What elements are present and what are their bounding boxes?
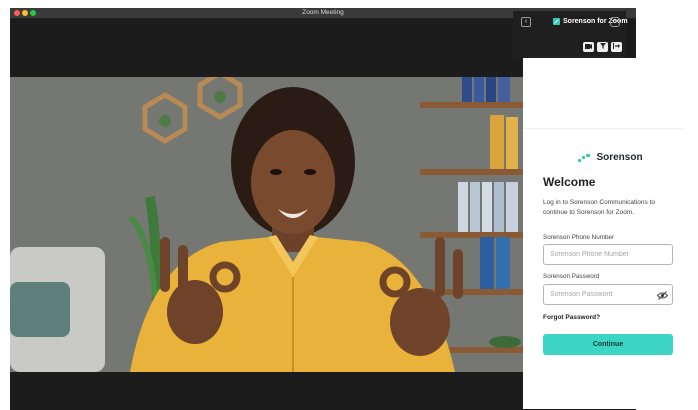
filter-button[interactable]: [597, 42, 608, 52]
video-icon: [585, 43, 592, 49]
continue-button[interactable]: Continue: [543, 334, 673, 355]
ellipsis-icon: ⋯: [611, 18, 619, 25]
back-button[interactable]: ‹: [521, 17, 531, 27]
participant-video[interactable]: [10, 77, 523, 372]
eye-off-icon[interactable]: [657, 291, 668, 300]
login-intro-text: Log in to Sorenson Communications to con…: [543, 199, 656, 216]
phone-number-label: Sorenson Phone Number: [543, 234, 615, 241]
app-panel-header: ‹ Sorenson for Zoom ⋯: [513, 11, 628, 58]
forgot-password-link[interactable]: Forgot Password?: [543, 314, 600, 321]
more-options-button[interactable]: ⋯: [610, 17, 620, 27]
password-input[interactable]: [543, 284, 673, 305]
sorenson-logo-icon: [578, 154, 590, 162]
chevron-left-icon: ‹: [524, 18, 528, 25]
video-area: [10, 19, 523, 410]
password-label: Sorenson Password: [543, 273, 600, 280]
brand-name: Sorenson: [596, 152, 643, 163]
phone-number-input[interactable]: [543, 244, 673, 265]
video-frame-illustration: [10, 77, 523, 372]
sorenson-logo: Sorenson: [578, 151, 643, 165]
filter-icon: [599, 43, 606, 50]
welcome-heading: Welcome: [543, 175, 596, 189]
sorenson-app-icon: [553, 18, 560, 25]
exit-icon: [613, 43, 620, 50]
sorenson-login-panel: Sorenson Welcome Log in to Sorenson Comm…: [523, 58, 698, 409]
video-button[interactable]: [583, 42, 594, 52]
exit-button[interactable]: [611, 42, 622, 52]
panel-divider: [523, 128, 683, 129]
